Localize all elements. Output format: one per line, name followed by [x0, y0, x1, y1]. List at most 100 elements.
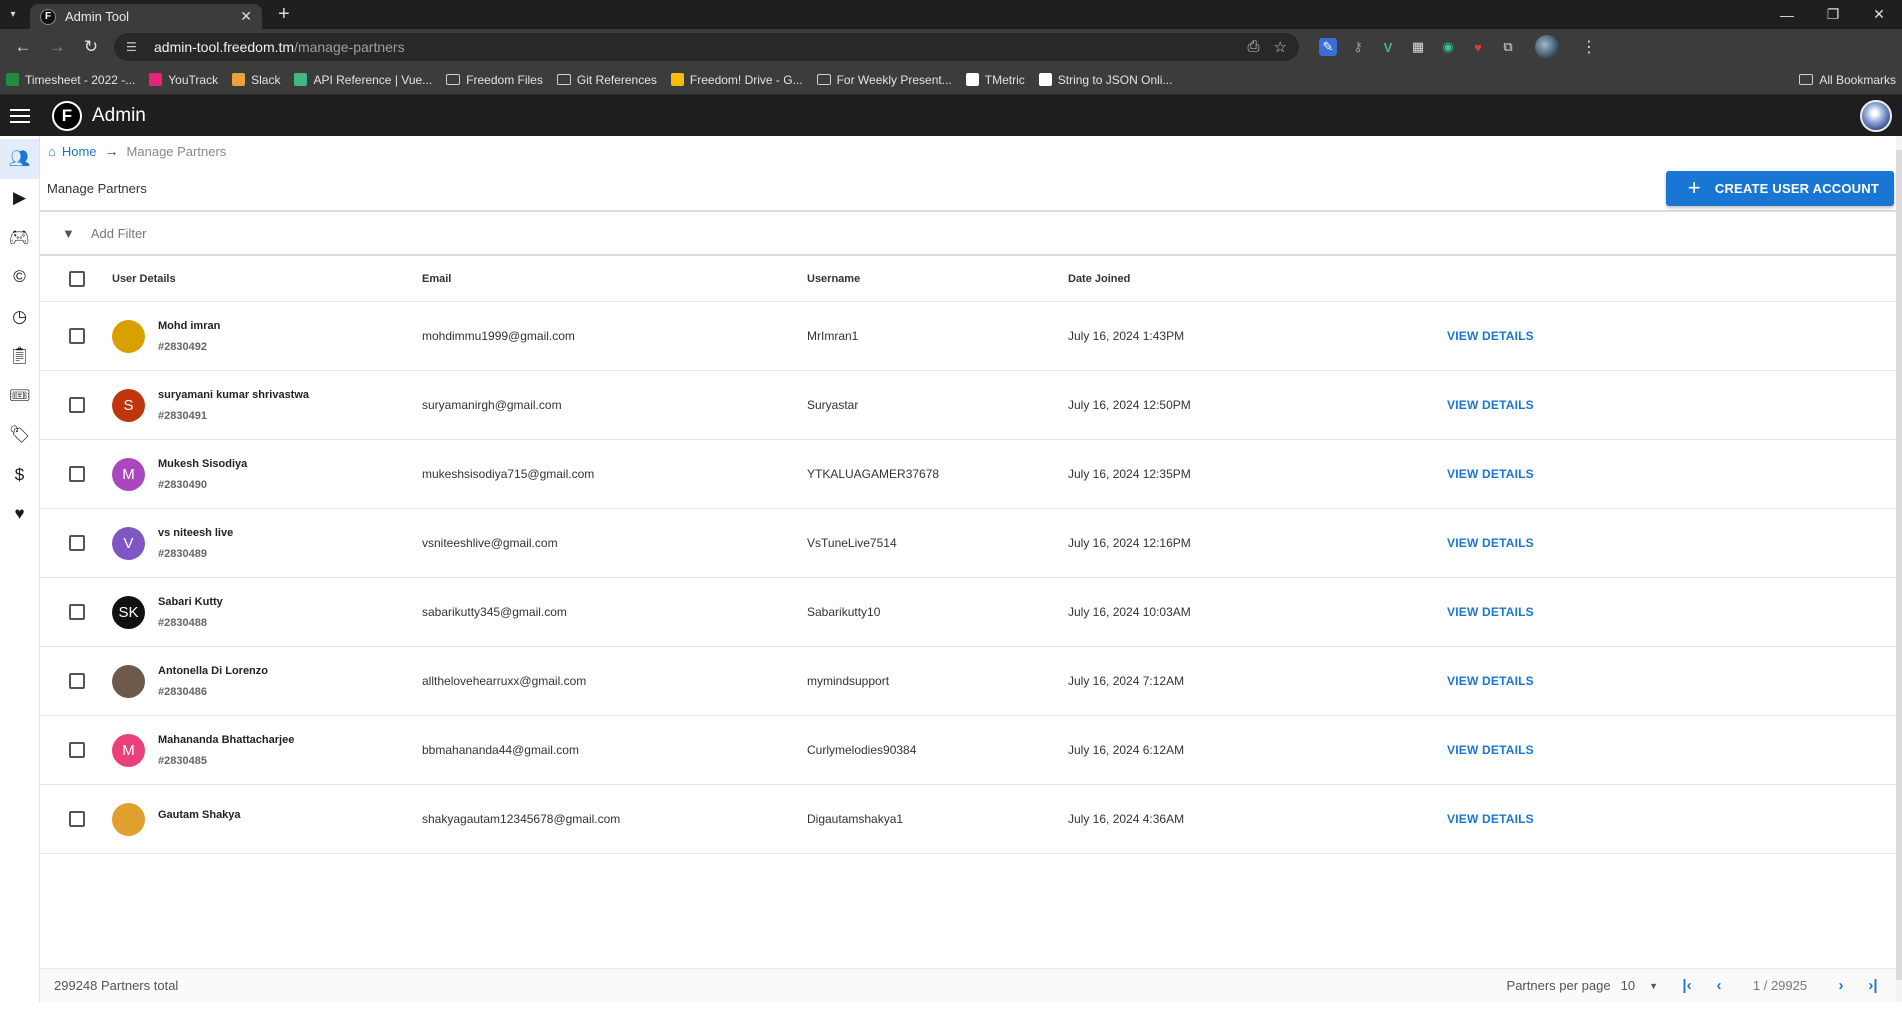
bookmark-item[interactable]: Timesheet - 2022 -... [6, 73, 135, 87]
heart-ext-icon[interactable]: ♥ [1469, 38, 1487, 56]
bookmark-item[interactable]: YouTrack [149, 73, 218, 87]
menu-icon[interactable] [10, 108, 30, 123]
back-icon[interactable]: ← [6, 32, 40, 62]
sidebar-item-history[interactable]: ◷ [0, 297, 39, 337]
view-details-button[interactable]: VIEW DETAILS [1420, 536, 1534, 550]
bookmark-item[interactable]: Freedom Files [446, 73, 543, 87]
user-name: Mukesh Sisodiya [158, 457, 248, 470]
bookmark-item[interactable]: TMetric [965, 73, 1025, 87]
breadcrumb-arrow-icon: → [104, 143, 119, 159]
browser-menu-icon[interactable]: ⋮ [1581, 37, 1597, 57]
email-cell: sabarikutty345@gmail.com [422, 605, 567, 619]
bookmark-item[interactable]: Freedom! Drive - G... [670, 73, 803, 87]
copyright-icon: © [13, 267, 26, 287]
new-tab-icon[interactable]: + [278, 0, 290, 29]
tag-icon: 🏷︎ [8, 425, 31, 445]
scrollbar[interactable] [1896, 136, 1902, 1002]
profile-avatar-icon[interactable] [1535, 35, 1559, 59]
next-page-icon[interactable]: › [1830, 977, 1852, 994]
bookmark-star-icon[interactable]: ☆ [1274, 38, 1287, 56]
prev-page-icon[interactable]: ‹ [1708, 977, 1730, 994]
row-checkbox[interactable] [69, 604, 85, 620]
user-id: #2830490 [158, 478, 207, 491]
breadcrumb-home[interactable]: ⌂ Home [48, 144, 97, 159]
create-user-account-button[interactable]: + CREATE USER ACCOUNT [1665, 170, 1894, 206]
reload-icon[interactable]: ↻ [74, 32, 108, 62]
view-details-button[interactable]: VIEW DETAILS [1420, 398, 1534, 412]
row-checkbox[interactable] [69, 397, 85, 413]
select-all-checkbox[interactable] [69, 270, 85, 287]
user-name: suryamani kumar shrivastwa [158, 388, 310, 401]
view-details-button[interactable]: VIEW DETAILS [1420, 812, 1534, 826]
sidebar-item-users[interactable]: 👥︎ [0, 139, 39, 179]
slack-icon [232, 73, 246, 86]
cb-icon [1038, 73, 1052, 86]
avatar: M [112, 733, 145, 767]
first-page-icon[interactable]: |‹ [1676, 977, 1698, 994]
view-details-button[interactable]: VIEW DETAILS [1420, 605, 1534, 619]
sidebar-item-payments[interactable]: $ [0, 455, 39, 495]
sidebar-item-videos[interactable]: ▶ [0, 179, 39, 219]
vue-devtools-icon[interactable]: V [1379, 38, 1397, 56]
all-bookmarks[interactable]: All Bookmarks [1799, 73, 1896, 87]
row-checkbox[interactable] [69, 673, 85, 689]
user-name: vs niteesh live [158, 526, 234, 539]
video-icon: ▶ [12, 188, 27, 208]
extension-2-icon[interactable]: ⚷ [1349, 38, 1367, 56]
heart-icon: ♥ [14, 504, 25, 524]
tab-search-icon[interactable]: ▾ [0, 0, 26, 29]
sidebar-item-games[interactable]: 🎮︎ [0, 218, 39, 258]
extension-1-icon[interactable]: ✎ [1319, 38, 1337, 56]
view-details-button[interactable]: VIEW DETAILS [1420, 743, 1534, 757]
browser-tab[interactable]: F Admin Tool ✕ [30, 4, 262, 29]
user-avatar[interactable] [1860, 99, 1892, 132]
user-id: #2830485 [158, 754, 207, 767]
table-row: Mohd imran #2830492 mohdimmu1999@gmail.com… [40, 302, 1902, 371]
bookmark-item[interactable]: String to JSON Onli... [1038, 73, 1172, 87]
bookmark-item[interactable]: API Reference | Vue... [294, 73, 432, 87]
add-filter-input[interactable]: Add Filter [91, 226, 147, 241]
row-checkbox[interactable] [69, 466, 85, 482]
forward-icon[interactable]: → [40, 32, 74, 62]
install-app-icon[interactable]: ⎙ [1248, 38, 1260, 56]
app-header: F Admin [0, 95, 1902, 136]
row-checkbox[interactable] [69, 811, 85, 827]
user-details-cell: Antonella Di Lorenzo #2830486 [112, 664, 422, 698]
username-cell: MrImran1 [807, 329, 859, 343]
sidebar-item-tickets[interactable]: 🎟︎ [0, 376, 39, 416]
bookmark-item[interactable]: For Weekly Present... [816, 73, 952, 87]
bookmark-item[interactable]: Slack [232, 73, 280, 87]
tab-close-icon[interactable]: ✕ [240, 8, 252, 25]
date-joined-cell: July 16, 2024 10:03AM [1068, 605, 1191, 619]
last-page-icon[interactable]: ›| [1862, 977, 1884, 994]
view-details-button[interactable]: VIEW DETAILS [1420, 674, 1534, 688]
row-checkbox[interactable] [69, 742, 85, 758]
restore-icon[interactable]: ❐ [1810, 0, 1856, 29]
email-cell: allthelovehearruxx@gmail.com [422, 674, 587, 688]
bookmark-item[interactable]: Git References [556, 73, 657, 87]
tmetric-ext-icon[interactable]: ◉ [1439, 38, 1457, 56]
row-checkbox[interactable] [69, 535, 85, 551]
page-title: Manage Partners [47, 180, 147, 196]
folder-icon [816, 74, 831, 85]
sidebar-item-reports[interactable]: 📋︎ [0, 337, 39, 377]
scrollbar-thumb[interactable] [1896, 150, 1902, 980]
minimize-icon[interactable]: — [1764, 0, 1810, 29]
username-cell: Sabarikutty10 [807, 605, 881, 619]
qr-icon[interactable]: ▦ [1409, 38, 1427, 56]
sidebar-item-tags[interactable]: 🏷︎ [0, 416, 39, 456]
table-row: Antonella Di Lorenzo #2830486 allthelovehe… [40, 647, 1902, 716]
user-details-cell: Ssuryamani kumar shrivastwa #2830491 [112, 388, 422, 422]
filter-bar[interactable]: ▼ Add Filter [40, 212, 1902, 256]
user-details-cell: Mohd imran #2830492 [112, 319, 422, 353]
extensions-puzzle-icon[interactable]: ⧉ [1499, 38, 1517, 56]
view-details-button[interactable]: VIEW DETAILS [1420, 329, 1534, 343]
view-details-button[interactable]: VIEW DETAILS [1420, 467, 1534, 481]
site-info-icon[interactable]: ☰ [126, 40, 142, 54]
close-window-icon[interactable]: ✕ [1856, 0, 1902, 29]
per-page-select[interactable]: 10 ▼ [1621, 978, 1658, 993]
sidebar-item-favorites[interactable]: ♥ [0, 495, 39, 535]
sidebar-item-copyright[interactable]: © [0, 258, 39, 298]
address-bar[interactable]: ☰ admin-tool.freedom.tm/manage-partners … [114, 33, 1299, 61]
row-checkbox[interactable] [69, 328, 85, 344]
